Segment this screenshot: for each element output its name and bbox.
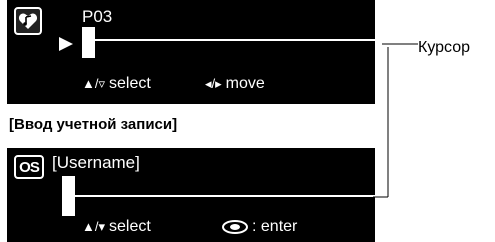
eye-button-icon — [222, 219, 248, 234]
hint-enter: : enter — [222, 218, 297, 236]
hint-select: ▲/▾ select — [82, 218, 151, 236]
underline-divider — [62, 195, 382, 197]
section-heading: [Ввод учетной записи] — [9, 116, 178, 133]
hint-select: ▲/▿ select — [82, 75, 151, 93]
up-down-arrow-icon: ▲/▾ — [82, 219, 106, 234]
hint-select-label: select — [109, 75, 151, 92]
preset-title: P03 — [82, 7, 113, 26]
text-cursor — [82, 27, 95, 58]
os-icon: OS — [14, 155, 44, 179]
left-right-arrow-icon: ◂/▸ — [205, 76, 222, 91]
hint-select-label: select — [109, 218, 151, 235]
up-down-arrow-icon: ▲/▿ — [82, 76, 106, 91]
hint-move-label: move — [225, 75, 265, 92]
underline-divider — [95, 39, 395, 41]
display-screen-username: OS [Username] ▲/▾ select : enter — [7, 148, 382, 242]
pointer-arrow-icon — [59, 37, 73, 51]
username-field-title: [Username] — [52, 153, 140, 172]
hint-move: ◂/▸ move — [205, 75, 265, 93]
cursor-callout-label: Курсор — [418, 39, 471, 56]
hint-enter-label: : enter — [252, 218, 298, 235]
music-note-heart-icon — [14, 7, 42, 35]
display-screen-p03: P03 ▲/▿ select ◂/▸ move — [7, 0, 395, 104]
